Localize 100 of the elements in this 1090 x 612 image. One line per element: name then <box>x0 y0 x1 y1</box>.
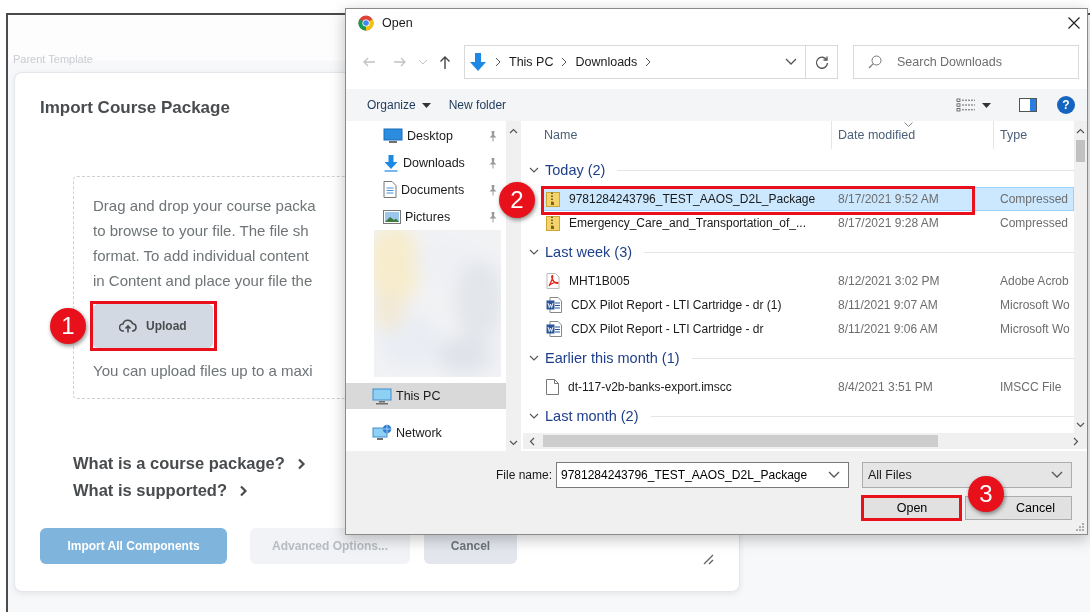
file-name: CDX Pilot Report - LTI Cartridge - dr (1) <box>571 298 782 312</box>
nav-label: Network <box>396 425 443 440</box>
nav-label: Downloads <box>403 155 466 170</box>
dropdown-icon[interactable] <box>785 58 797 66</box>
nav-label: Desktop <box>407 128 454 143</box>
search-field[interactable]: Search Downloads <box>853 45 1079 79</box>
pin-icon <box>488 156 498 169</box>
breadcrumb-item[interactable]: Downloads <box>575 55 638 69</box>
chevron-icon[interactable] <box>529 247 539 257</box>
dialog-title: Import Course Package <box>40 97 230 119</box>
chevron-icon[interactable] <box>529 165 539 175</box>
step-badge: 1 <box>50 308 86 344</box>
breadcrumb-item[interactable]: This PC <box>509 55 554 69</box>
file-name: 9781284243796_TEST_AAOS_D2L_Package <box>569 192 816 206</box>
chevron-right-icon <box>495 57 501 67</box>
pdf-icon <box>546 273 560 289</box>
type-text: Microsoft Wo <box>999 322 1070 336</box>
file-row[interactable]: dt-117-v2b-banks-export.imscc 8/4/2021 3:51 PM IMSCC File <box>541 375 1074 399</box>
date-text: 8/17/2021 9:52 AM <box>837 192 940 206</box>
group-header[interactable]: Last week (3) <box>545 244 633 260</box>
dropdown-icon[interactable] <box>1051 471 1063 479</box>
scroll-up-icon[interactable] <box>1076 128 1085 134</box>
column-header[interactable]: Name <box>523 121 831 149</box>
refresh-icon[interactable] <box>813 54 830 70</box>
chevron-right-icon <box>561 57 568 67</box>
window-title: Open <box>382 16 413 30</box>
chevron-right-icon <box>296 457 306 470</box>
group-header[interactable]: Today (2) <box>545 162 606 178</box>
scroll-down-icon[interactable] <box>509 440 518 446</box>
network-icon <box>372 423 392 442</box>
group-header[interactable]: Last month (2) <box>545 408 639 424</box>
image-icon <box>383 209 401 224</box>
sort-indicator-icon <box>904 122 913 127</box>
file-name: CDX Pilot Report - LTI Cartridge - dr <box>571 322 764 336</box>
scroll-down-icon[interactable] <box>1076 422 1085 428</box>
document-icon <box>383 181 397 198</box>
nav-item[interactable]: Downloads <box>346 149 506 176</box>
chevron-right-icon <box>645 57 652 67</box>
date-text: 8/11/2021 9:06 AM <box>837 322 939 336</box>
monitor-icon <box>383 127 403 144</box>
type-text: Adobe Acrob <box>999 274 1069 288</box>
pin-icon <box>488 210 498 223</box>
chevron-icon[interactable] <box>529 353 539 363</box>
upload-button[interactable]: Upload <box>93 304 213 348</box>
instruction-text: in Content and place your file the <box>93 271 313 291</box>
instruction-text: Drag and drop your course packa <box>93 196 316 216</box>
browser-logo-icon <box>358 15 374 31</box>
file-row[interactable]: MHT1B005 8/12/2021 3:02 PM Adobe Acrob <box>541 269 1074 293</box>
scroll-up-icon[interactable] <box>509 128 518 134</box>
type-text: Compressed <box>999 192 1069 206</box>
scrollbar-thumb[interactable] <box>543 435 938 447</box>
scroll-left-icon[interactable] <box>529 436 535 446</box>
new-folder-button[interactable]: New folder <box>439 94 516 116</box>
zipped-folder-icon <box>546 191 560 207</box>
group-header[interactable]: Earlier this month (1) <box>545 350 680 366</box>
address-bar[interactable]: This PC Downloads <box>464 45 806 79</box>
date-text: 8/12/2021 3:02 PM <box>837 274 941 288</box>
help-link[interactable]: What is supported? <box>73 477 248 504</box>
chevron-icon[interactable] <box>529 411 539 421</box>
nav-item[interactable]: Desktop <box>346 122 506 149</box>
dropdown-icon[interactable] <box>828 471 840 479</box>
column-header[interactable]: Date modified <box>831 121 993 149</box>
instruction-text: format. To add individual content <box>93 246 309 266</box>
step-badge: 2 <box>499 182 535 218</box>
nav-item[interactable]: Network <box>346 419 506 446</box>
help-button[interactable]: ? <box>1057 96 1075 114</box>
caret-icon <box>421 102 431 108</box>
view-options-icon[interactable] <box>956 98 976 112</box>
preview-pane-icon[interactable] <box>1019 98 1037 112</box>
nav-item[interactable]: This PC <box>346 383 506 409</box>
help-link[interactable]: What is a course package? <box>73 450 306 477</box>
file-row[interactable]: CDX Pilot Report - LTI Cartridge - dr (1) 8/11/2021 9:07 AM Microsoft Wo <box>541 293 1074 317</box>
scrollbar[interactable] <box>506 121 521 451</box>
download-arrow-icon <box>469 52 487 72</box>
refresh-button[interactable] <box>806 45 838 79</box>
scrollbar[interactable] <box>523 433 1087 449</box>
word-document-icon <box>546 297 562 313</box>
date-text: 8/17/2021 9:28 AM <box>837 216 940 230</box>
scrollbar-thumb[interactable] <box>1076 140 1085 162</box>
file-name: Emergency_Care_and_Transportation_of_... <box>569 216 807 230</box>
search-icon <box>867 54 883 70</box>
type-text: Microsoft Wo <box>999 298 1070 312</box>
type-text: Compressed <box>999 216 1069 230</box>
close-icon[interactable] <box>1067 16 1081 30</box>
type-text: IMSCC File <box>999 380 1062 394</box>
field-label: File name: <box>494 468 553 482</box>
nav-label: This PC <box>396 389 442 403</box>
file-icon <box>546 379 559 395</box>
scrollbar[interactable] <box>1074 121 1087 433</box>
scroll-right-icon[interactable] <box>1073 436 1079 446</box>
file-row[interactable]: CDX Pilot Report - LTI Cartridge - dr 8/11/2021 9:06 AM Microsoft Wo <box>541 317 1074 341</box>
file-name-field[interactable]: 9781284243796_TEST_AAOS_D2L_Package <box>556 462 849 488</box>
nav-label: Documents <box>401 182 466 197</box>
cloud-upload-icon <box>119 319 137 333</box>
pin-icon <box>488 129 498 142</box>
note-text: You can upload files up to a maxi <box>93 361 313 381</box>
organize-menu[interactable]: Organize <box>358 94 440 116</box>
pin-icon <box>488 183 498 196</box>
caret-icon <box>982 102 991 108</box>
date-text: 8/4/2021 3:51 PM <box>837 380 934 394</box>
